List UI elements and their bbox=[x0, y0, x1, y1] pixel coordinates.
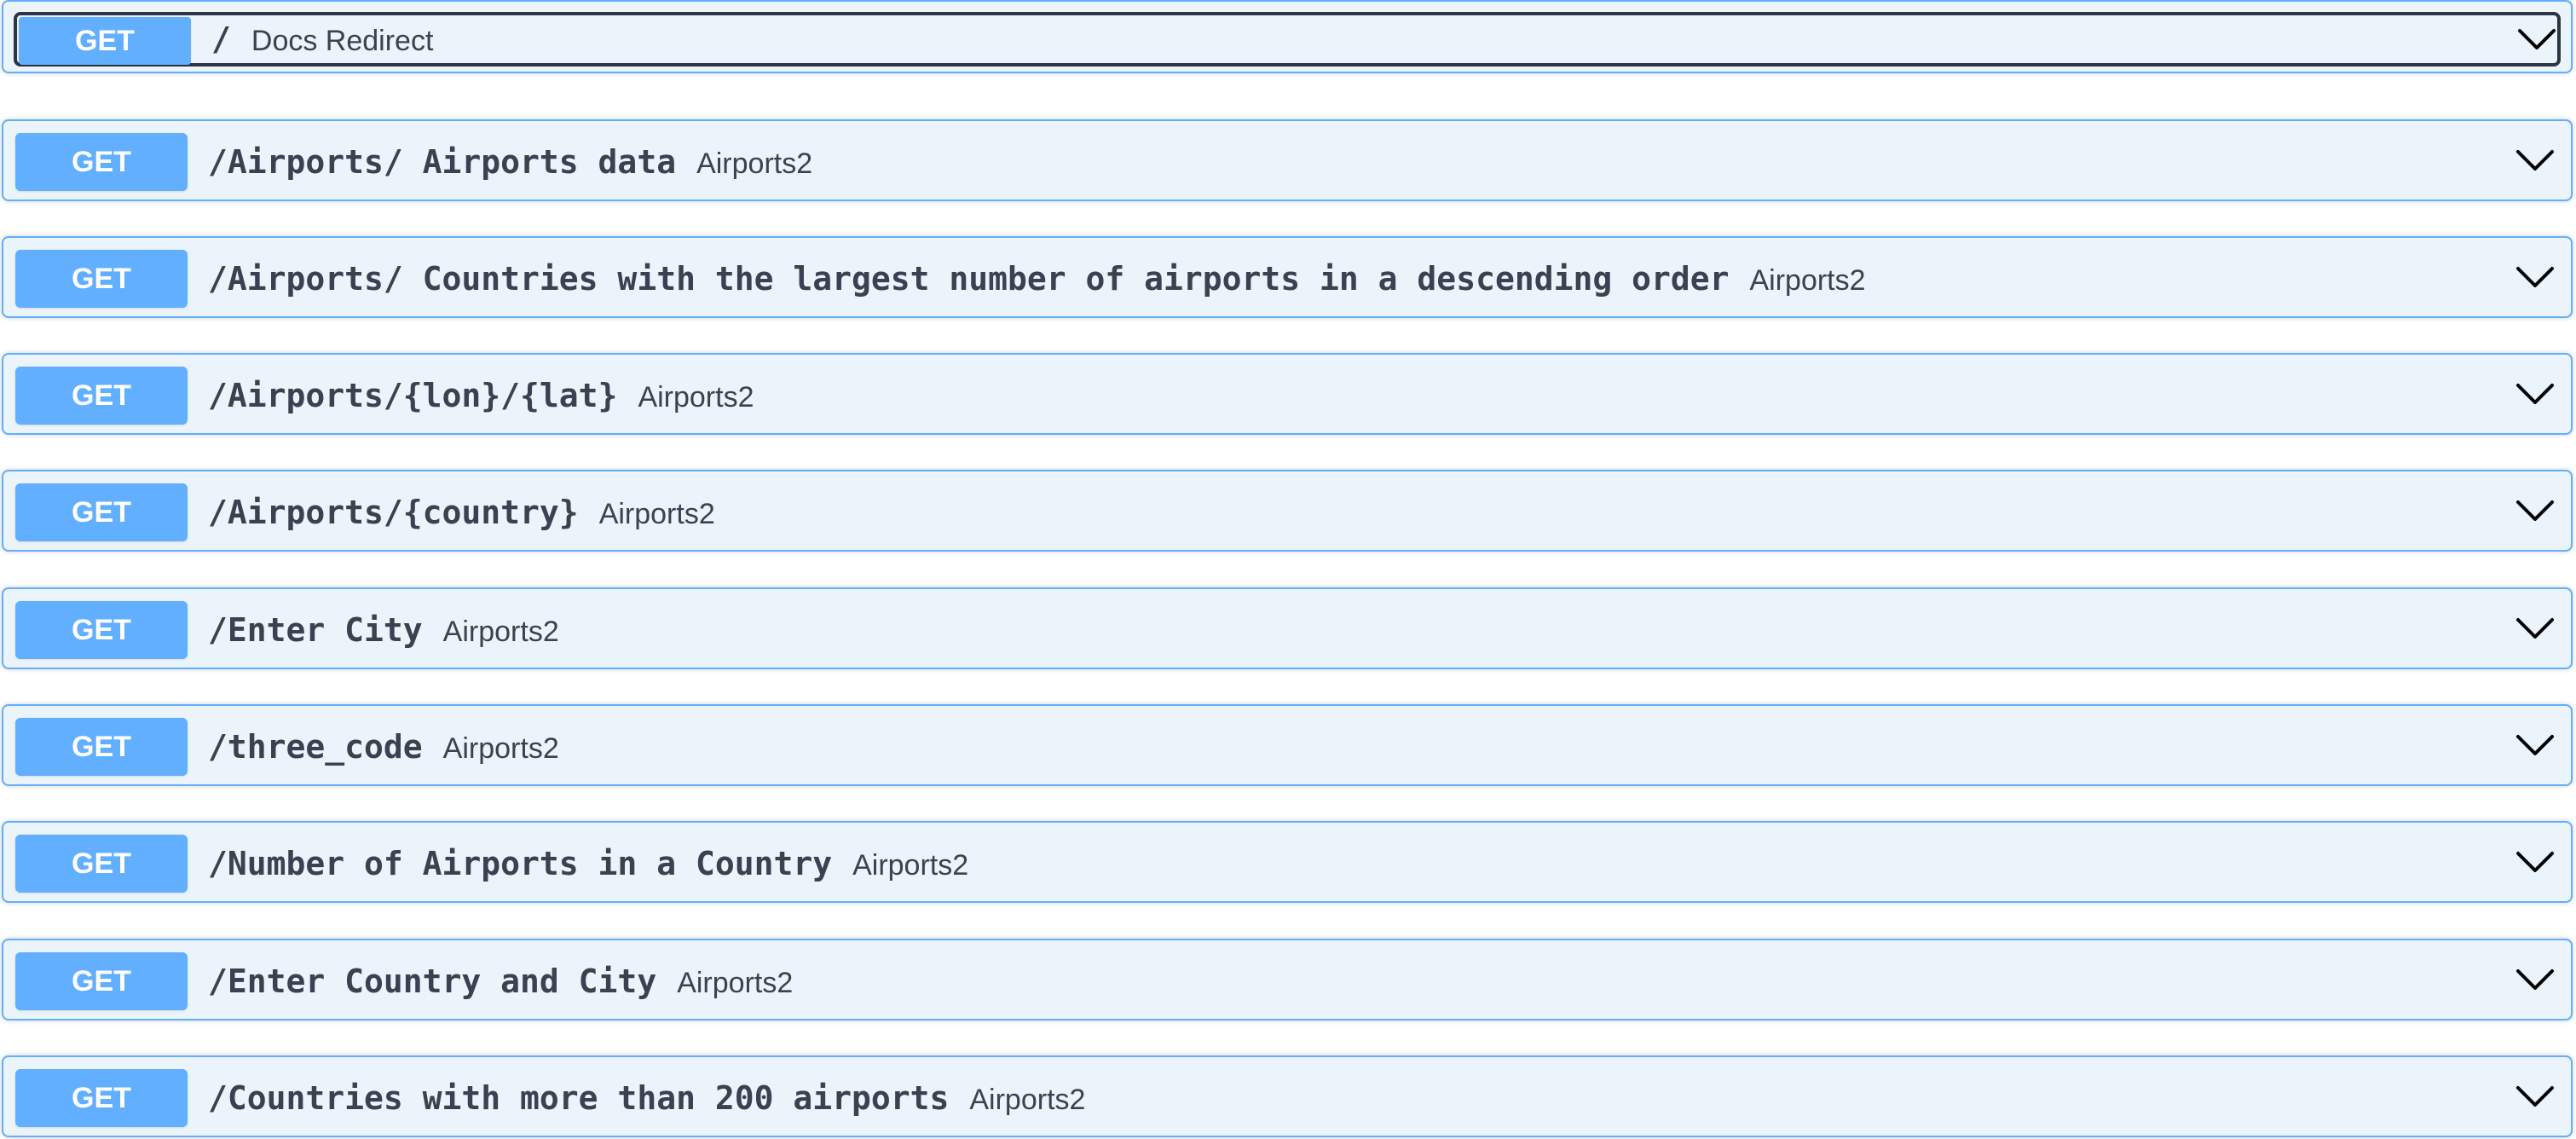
path-text: /Countries with more than 200 airports bbox=[208, 1079, 950, 1117]
operation-tag: Airports2 bbox=[677, 967, 794, 999]
operation-tag: Airports2 bbox=[969, 1084, 1086, 1116]
operation-number-of-airports[interactable]: GET /Number of Airports in a Country Airp… bbox=[2, 821, 2573, 903]
operation-tag: Airports2 bbox=[442, 616, 559, 648]
method-badge: GET bbox=[15, 952, 188, 1010]
operation-tag: Airports2 bbox=[1749, 264, 1866, 297]
operation-enter-city[interactable]: GET /Enter City Airports2 bbox=[2, 587, 2573, 669]
path-text: /Airports/ Airports data bbox=[208, 143, 677, 181]
method-badge: GET bbox=[15, 601, 188, 659]
path-text: /Enter City bbox=[208, 611, 423, 649]
operation-summary[interactable]: GET /Number of Airports in a Country Airp… bbox=[3, 823, 2571, 901]
operation-airports-data[interactable]: GET /Airports/ Airports data Airports2 bbox=[2, 119, 2573, 201]
operation-tag: Airports2 bbox=[696, 147, 813, 180]
operation-summary[interactable]: GET /Airports/{lon}/{lat} Airports2 bbox=[3, 355, 2571, 433]
operation-path: /Airports/ Countries with the largest nu… bbox=[208, 238, 1866, 320]
operation-three-code[interactable]: GET /three_code Airports2 bbox=[2, 704, 2573, 786]
operation-tag: Airports2 bbox=[442, 732, 559, 765]
path-text: /three_code bbox=[208, 728, 423, 766]
chevron-down-icon[interactable] bbox=[2515, 611, 2556, 645]
chevron-down-icon[interactable] bbox=[2515, 494, 2556, 528]
chevron-down-icon[interactable] bbox=[2515, 963, 2556, 997]
operation-path: /three_code Airports2 bbox=[208, 706, 559, 788]
chevron-down-icon[interactable] bbox=[2515, 377, 2556, 411]
operation-country-and-city[interactable]: GET /Enter Country and City Airports2 bbox=[2, 939, 2573, 1020]
operation-path: /Airports/ Airports data Airports2 bbox=[208, 121, 812, 203]
method-badge: GET bbox=[15, 835, 188, 893]
operation-countries-largest[interactable]: GET /Airports/ Countries with the larges… bbox=[2, 236, 2573, 318]
operation-path: /Enter City Airports2 bbox=[208, 589, 559, 671]
operation-summary[interactable]: GET /Enter Country and City Airports2 bbox=[3, 940, 2571, 1019]
operation-path: /Countries with more than 200 airports Ai… bbox=[208, 1057, 1085, 1139]
method-badge: GET bbox=[15, 1069, 188, 1127]
method-badge: GET bbox=[15, 367, 188, 425]
chevron-down-icon[interactable] bbox=[2516, 22, 2557, 56]
operations-list: GET / Docs Redirect GET /Airports/ Airpor… bbox=[0, 0, 2576, 1139]
path-text: /Airports/ Countries with the largest nu… bbox=[208, 260, 1730, 298]
chevron-down-icon[interactable] bbox=[2515, 143, 2556, 177]
operation-summary[interactable]: GET /three_code Airports2 bbox=[3, 706, 2571, 784]
operation-more-than-200[interactable]: GET /Countries with more than 200 airpor… bbox=[2, 1055, 2573, 1137]
operation-path: / Docs Redirect bbox=[211, 15, 433, 63]
operation-path: /Enter Country and City Airports2 bbox=[208, 940, 793, 1022]
path-text: /Number of Airports in a Country bbox=[208, 845, 833, 882]
method-badge: GET bbox=[19, 17, 191, 65]
operation-path: /Airports/{country} Airports2 bbox=[208, 471, 715, 553]
operation-summary[interactable]: GET /Enter City Airports2 bbox=[3, 589, 2571, 668]
method-badge: GET bbox=[15, 250, 188, 308]
operation-summary[interactable]: GET /Countries with more than 200 airpor… bbox=[3, 1057, 2571, 1136]
operation-description: Docs Redirect bbox=[251, 25, 434, 57]
path-text: /Airports/{lon}/{lat} bbox=[208, 377, 618, 414]
method-badge: GET bbox=[15, 133, 188, 191]
operation-lon-lat[interactable]: GET /Airports/{lon}/{lat} Airports2 bbox=[2, 353, 2573, 435]
path-text: /Enter Country and City bbox=[208, 963, 657, 1000]
operation-country[interactable]: GET /Airports/{country} Airports2 bbox=[2, 470, 2573, 552]
path-text: / bbox=[211, 20, 231, 58]
method-badge: GET bbox=[15, 718, 188, 776]
operation-path: /Number of Airports in a Country Airports… bbox=[208, 823, 968, 905]
operation-summary[interactable]: GET /Airports/{country} Airports2 bbox=[3, 471, 2571, 550]
chevron-down-icon[interactable] bbox=[2515, 1079, 2556, 1113]
operation-tag: Airports2 bbox=[598, 498, 715, 530]
method-badge: GET bbox=[15, 483, 188, 541]
path-text: /Airports/{country} bbox=[208, 494, 579, 531]
operation-tag: Airports2 bbox=[638, 381, 754, 413]
operation-summary[interactable]: GET /Airports/ Airports data Airports2 bbox=[3, 121, 2571, 199]
chevron-down-icon[interactable] bbox=[2515, 260, 2556, 294]
operation-summary[interactable]: GET /Airports/ Countries with the larges… bbox=[3, 238, 2571, 316]
chevron-down-icon[interactable] bbox=[2515, 728, 2556, 762]
operation-docs-redirect[interactable]: GET / Docs Redirect bbox=[2, 0, 2573, 73]
operation-summary[interactable]: GET / Docs Redirect bbox=[14, 12, 2561, 66]
operation-path: /Airports/{lon}/{lat} Airports2 bbox=[208, 355, 754, 437]
chevron-down-icon[interactable] bbox=[2515, 845, 2556, 879]
operation-tag: Airports2 bbox=[852, 849, 969, 882]
